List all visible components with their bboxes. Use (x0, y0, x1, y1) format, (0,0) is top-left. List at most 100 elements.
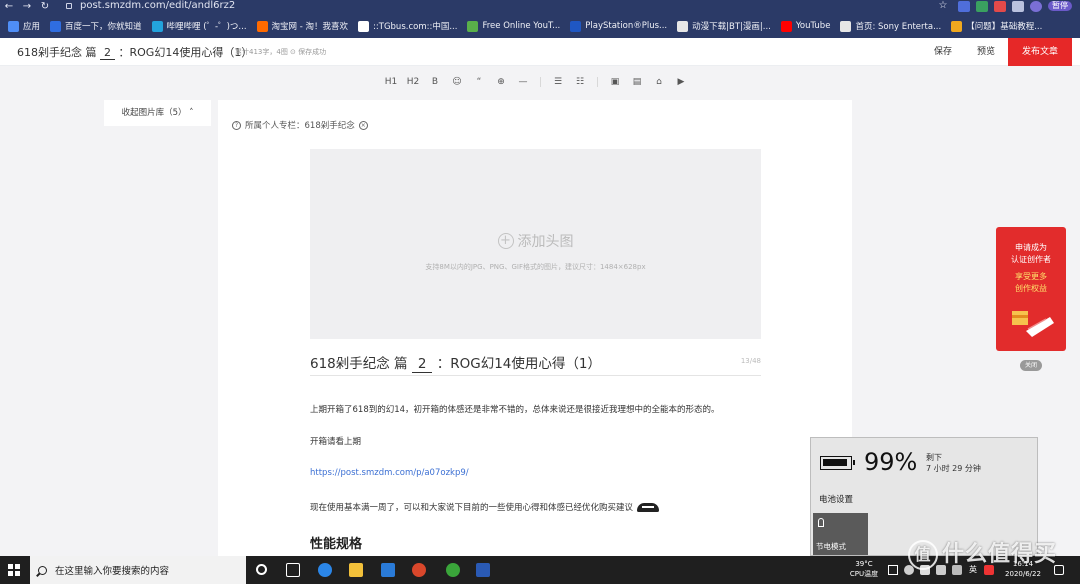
toolbar-button[interactable]: ▶ (670, 77, 692, 87)
bookmark-item[interactable]: 百度一下，你就知道 (50, 14, 142, 38)
edge-icon[interactable] (318, 563, 332, 577)
toolbar-button[interactable]: ⌂ (648, 77, 670, 87)
address-bar[interactable]: post.smzdm.com/edit/andl6rz2 (66, 0, 235, 11)
save-button[interactable]: 保存 (925, 38, 961, 66)
bookmark-label: PlayStation®Plus... (585, 21, 668, 31)
save-status: 累计413字，4图 ⊙ 保存成功 (235, 48, 327, 56)
lock-icon (66, 2, 72, 9)
bookmark-favicon-icon (151, 20, 163, 32)
reload-button[interactable]: ↻ (36, 1, 54, 13)
profile-badge[interactable]: 暂停 (1048, 1, 1072, 11)
extension-icon[interactable] (958, 0, 970, 12)
bookmark-item[interactable]: PlayStation®Plus... (570, 14, 667, 38)
promo-text: 认证创作者 (1011, 255, 1051, 264)
bookmark-item[interactable]: 【问题】基础教程... (951, 14, 1042, 38)
gift-illustration-icon (1012, 311, 1054, 337)
leaf-icon (818, 518, 824, 527)
toolbar-separator (540, 77, 541, 87)
bookmark-label: 动漫下载|BT|漫画|... (692, 22, 771, 32)
bookmark-label: 【问题】基础教程... (966, 22, 1043, 32)
bookmark-label: 应用 (23, 22, 41, 32)
toolbar-button[interactable]: — (512, 77, 534, 87)
toolbar-button[interactable]: ⊕ (490, 77, 512, 87)
search-placeholder: 在这里输入你要搜索的内容 (55, 566, 170, 577)
battery-saver-toggle[interactable]: 节电模式 (813, 513, 868, 555)
battery-remaining: 7 小时 29 分钟 (926, 464, 981, 473)
toolbar-button[interactable]: ▣ (604, 77, 626, 87)
cortana-icon[interactable] (256, 564, 267, 575)
back-button[interactable]: ← (0, 1, 18, 13)
site-watermark: 值什么值得买 (908, 536, 1057, 570)
article-title-text: 618剁手纪念 篇 (310, 356, 408, 372)
browser-chrome: ← → ↻ post.smzdm.com/edit/andl6rz2 ☆ 暂停 … (0, 0, 1080, 38)
toolbar-button[interactable]: B (424, 77, 446, 87)
promo-card[interactable]: 申请成为 认证创作者 享受更多 创作权益 (996, 227, 1066, 351)
toolbar-button[interactable]: ☰ (547, 77, 569, 87)
battery-settings-link[interactable]: 电池设置 (819, 493, 853, 505)
add-cover-label: 添加头图 (517, 234, 574, 250)
body-paragraph[interactable]: 上期开箱了618到的幻14，初开箱的体感还是非常不错的，总体来说还是很接近我理想… (310, 403, 720, 415)
word-icon[interactable] (476, 563, 490, 577)
bookmark-favicon-icon (951, 20, 963, 32)
bookmark-label: 哔哩哔哩 (゜-゜)つ... (166, 22, 247, 32)
bookmark-label: ::TGbus.com::中国... (373, 22, 458, 32)
cpu-temp-label: CPU温度 (849, 570, 879, 578)
body-link[interactable]: https://post.smzdm.com/p/a07ozkp9/ (310, 468, 469, 478)
bookmark-favicon-icon (8, 20, 19, 32)
header-title-number: 2 (100, 46, 115, 60)
cover-upload[interactable]: + 添加头图 支持8M以内的JPG、PNG、GIF格式的图片，建议尺寸：1484… (310, 149, 761, 339)
bookmark-item[interactable]: 首页: Sony Enterta... (840, 14, 941, 38)
task-view-icon[interactable] (286, 563, 300, 577)
bookmark-item[interactable]: Free Online YouT... (467, 14, 560, 38)
bookmark-favicon-icon (780, 20, 792, 32)
toolbar-button[interactable]: H1 (380, 77, 402, 87)
bookmark-item[interactable]: 动漫下载|BT|漫画|... (677, 14, 771, 38)
bookmark-label: 百度一下，你就知道 (65, 22, 142, 32)
star-icon[interactable]: ☆ (934, 0, 952, 12)
preview-button[interactable]: 预览 (968, 38, 1004, 66)
bookmark-item[interactable]: 哔哩哔哩 (゜-゜)つ... (151, 14, 247, 38)
forward-button[interactable]: → (18, 1, 36, 13)
header-title-text: ：ROG幻14使用心得（1） (118, 46, 253, 59)
toolbar-button[interactable]: ▤ (626, 77, 648, 87)
bookmark-favicon-icon (467, 20, 479, 32)
publish-button[interactable]: 发布文章 (1008, 38, 1072, 66)
toolbar-button[interactable]: ☷ (569, 77, 591, 87)
body-paragraph[interactable]: 开箱请看上期 (310, 435, 361, 447)
wechat-icon[interactable] (446, 563, 460, 577)
chevron-up-icon[interactable] (888, 565, 898, 575)
bookmark-favicon-icon (50, 20, 62, 32)
mail-icon[interactable] (381, 563, 395, 577)
bookmark-item[interactable]: 应用 (8, 14, 40, 38)
puzzle-icon[interactable] (1012, 0, 1024, 12)
bookmark-item[interactable]: YouTube (780, 14, 831, 38)
article-title-input[interactable]: 618剁手纪念 篇 2 ：ROG幻14使用心得（1） 13/48 (310, 352, 761, 376)
toolbar-button[interactable]: “ (468, 77, 490, 87)
add-cover[interactable]: + 添加头图 (310, 231, 761, 251)
bookmark-label: YouTube (795, 21, 831, 31)
body-paragraph[interactable]: 现在使用基本满一周了，可以和大家说下目前的一些使用心得和体感已经优化购买建议 (310, 501, 660, 513)
bookmark-item[interactable]: ::TGbus.com::中国... (358, 14, 457, 38)
browser-actions: ☆ 暂停 (934, 0, 1072, 12)
gallery-toggle[interactable]: 收起图片库（5） ˄ (104, 100, 211, 126)
column-label: 所属个人专栏：618剁手纪念 (245, 121, 355, 131)
extension-icon[interactable] (994, 0, 1006, 12)
search-icon (38, 565, 47, 575)
toolbar-button[interactable]: ☺ (446, 77, 468, 87)
chrome-icon[interactable] (412, 563, 426, 577)
bookmark-label: Free Online YouT... (482, 21, 561, 31)
header-title-text: 618剁手纪念 篇 (17, 46, 97, 59)
bookmark-item[interactable]: 淘宝网 - 淘！我喜欢 (256, 14, 349, 38)
file-explorer-icon[interactable] (349, 563, 363, 577)
toolbar-button[interactable]: H2 (402, 77, 424, 87)
bookmark-favicon-icon (570, 20, 582, 32)
section-heading[interactable]: 性能规格 (310, 533, 362, 552)
taskbar-search[interactable]: 在这里输入你要搜索的内容 (30, 556, 246, 584)
close-icon[interactable]: × (358, 120, 368, 130)
promo-close-button[interactable]: 关闭 (1020, 360, 1042, 371)
windows-start-icon[interactable] (8, 564, 20, 576)
cpu-temp-value: 39°C (855, 560, 873, 568)
extension-icon[interactable] (976, 0, 988, 12)
bookmark-label: 淘宝网 - 淘！我喜欢 (271, 22, 349, 32)
avatar-icon[interactable] (1030, 0, 1042, 12)
